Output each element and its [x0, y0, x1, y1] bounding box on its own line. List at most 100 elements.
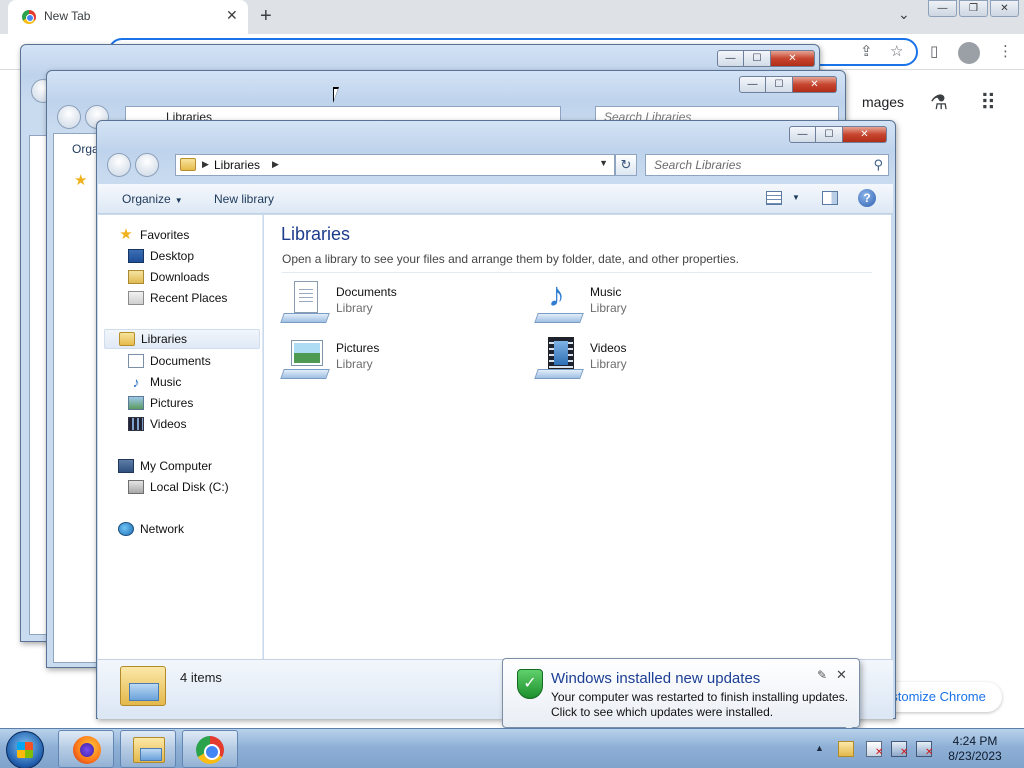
preview-pane-icon[interactable]	[822, 191, 838, 205]
nav-label: Music	[150, 375, 182, 389]
notification-title[interactable]: Windows installed new updates	[551, 670, 760, 687]
nav-item-libraries[interactable]: Libraries	[104, 329, 260, 349]
forward-button[interactable]	[135, 153, 159, 177]
nav-item-favorites[interactable]: ★ Favorites	[118, 225, 189, 245]
network-tray-icon[interactable]: ✕	[891, 741, 909, 758]
breadcrumb-libraries[interactable]: Libraries	[214, 158, 260, 172]
close-button[interactable]: ✕	[793, 76, 837, 93]
action-center-flag-icon[interactable]: ✕	[866, 741, 883, 758]
nav-item-downloads[interactable]: Downloads	[128, 267, 209, 287]
chrome-menu-icon[interactable]: ⋮	[998, 42, 1013, 60]
minimize-button[interactable]: —	[717, 50, 744, 67]
minimize-button[interactable]: —	[789, 126, 816, 143]
start-button[interactable]	[6, 731, 44, 768]
library-pictures[interactable]: Pictures Library	[280, 335, 522, 385]
customize-chrome-label: ustomize Chrome	[884, 689, 986, 704]
maximize-button[interactable]: ☐	[766, 76, 793, 93]
new-library-button[interactable]: New library	[214, 192, 274, 206]
explorer-window-libraries[interactable]: — ☐ ✕ ▶ Libraries ▶ ▼ ↻ Search Libraries…	[96, 120, 896, 719]
google-apps-icon[interactable]: ⠿	[980, 90, 996, 116]
downloads-folder-icon	[128, 270, 144, 284]
nav-item-documents[interactable]: Documents	[128, 351, 211, 371]
taskbar-chrome[interactable]	[182, 730, 238, 768]
maximize-button[interactable]: ☐	[816, 126, 843, 143]
back-button[interactable]	[57, 105, 81, 129]
nav-label: Favorites	[140, 228, 190, 242]
profile-avatar-icon[interactable]	[958, 42, 980, 64]
nav-label: Documents	[150, 354, 211, 368]
share-icon[interactable]: ⇪	[860, 42, 873, 60]
search-box[interactable]: Search Libraries ⚲	[645, 154, 889, 176]
notification-line-2: Click to see which updates were installe…	[551, 705, 774, 719]
chrome-restore-button[interactable]: ❐	[959, 0, 988, 17]
nav-label: Libraries	[141, 332, 188, 346]
clock-time: 4:24 PM	[952, 734, 998, 748]
update-notification-balloon[interactable]: ✓ Windows installed new updates Your com…	[502, 658, 860, 742]
close-button[interactable]: ✕	[771, 50, 815, 67]
tab-close-icon[interactable]: ✕	[226, 7, 238, 24]
error-x-icon: ✕	[900, 747, 909, 758]
videos-library-icon	[534, 335, 584, 381]
breadcrumb-arrow-icon[interactable]: ▶	[272, 159, 279, 170]
search-icon[interactable]: ⚲	[873, 157, 883, 173]
windows-update-tray-icon[interactable]	[838, 741, 854, 757]
tab-search-icon[interactable]: ⌄	[898, 6, 910, 23]
volume-muted-icon[interactable]: ✕	[916, 741, 933, 758]
page-title: Libraries	[281, 224, 351, 244]
address-bar[interactable]: ▶ Libraries ▶ ▼	[175, 154, 615, 176]
notification-options-icon[interactable]: ✎	[817, 668, 827, 682]
organize-menu[interactable]: Organize ▼	[122, 192, 183, 206]
network-globe-icon	[118, 522, 134, 536]
favorites-star-icon: ★	[119, 226, 133, 243]
nav-label: Pictures	[150, 396, 194, 410]
firefox-icon	[73, 736, 101, 764]
help-icon[interactable]: ?	[858, 189, 876, 207]
minimize-button[interactable]: —	[739, 76, 766, 93]
bookmark-star-icon[interactable]: ☆	[890, 42, 903, 60]
new-tab-button[interactable]: +	[260, 5, 272, 28]
nav-item-network[interactable]: Network	[118, 519, 184, 539]
notification-body[interactable]: Your computer was restarted to finish in…	[551, 690, 856, 720]
refresh-icon[interactable]: ↻	[615, 154, 637, 176]
command-bar: Organize ▼ New library ▼ ?	[98, 184, 893, 214]
chrome-tab-new-tab[interactable]: New Tab ✕	[8, 0, 248, 34]
taskbar-explorer[interactable]	[120, 730, 176, 768]
notification-close-icon[interactable]: ✕	[836, 667, 847, 683]
library-type: Library	[590, 357, 627, 371]
change-view-icon[interactable]	[766, 191, 782, 205]
nav-item-pictures[interactable]: Pictures	[128, 393, 193, 413]
breadcrumb-arrow-icon[interactable]: ▶	[202, 159, 209, 170]
taskbar-firefox[interactable]	[58, 730, 114, 768]
nav-item-recent-places[interactable]: Recent Places	[128, 288, 227, 308]
tab-title: New Tab	[44, 9, 91, 23]
view-options-arrow-icon[interactable]: ▼	[792, 193, 800, 202]
maximize-button[interactable]: ☐	[744, 50, 771, 67]
library-name: Documents	[336, 285, 397, 299]
music-note-icon: ♪	[132, 374, 140, 390]
nav-item-videos[interactable]: Videos	[128, 414, 186, 434]
close-button[interactable]: ✕	[843, 126, 887, 143]
nav-label: My Computer	[140, 459, 213, 473]
organize-menu-partial[interactable]: Orga	[72, 142, 99, 156]
library-music[interactable]: ♪ Music Library	[534, 276, 776, 329]
divider	[282, 272, 872, 273]
chrome-minimize-button[interactable]: —	[928, 0, 957, 17]
nav-item-local-disk[interactable]: Local Disk (C:)	[128, 477, 229, 497]
address-dropdown-icon[interactable]: ▼	[599, 158, 608, 168]
show-hidden-icons-arrow[interactable]: ▲	[815, 743, 824, 753]
system-clock[interactable]: 4:24 PM 8/23/2023	[940, 734, 1010, 764]
nav-label: Desktop	[150, 249, 195, 263]
library-documents[interactable]: Documents Library	[280, 279, 522, 329]
back-button[interactable]	[107, 153, 131, 177]
images-link[interactable]: mages	[862, 94, 904, 110]
desktop-icon	[128, 249, 144, 263]
nav-item-desktop[interactable]: Desktop	[128, 246, 194, 266]
nav-item-music[interactable]: ♪ Music	[128, 372, 182, 392]
notification-line-1: Your computer was restarted to finish in…	[551, 690, 849, 704]
chrome-close-button[interactable]: ✕	[990, 0, 1019, 17]
nav-item-my-computer[interactable]: My Computer	[118, 456, 212, 476]
labs-flask-icon[interactable]: ⚗	[930, 90, 948, 115]
side-panel-icon[interactable]: ▯	[930, 42, 938, 60]
library-videos[interactable]: Videos Library	[534, 335, 776, 385]
nav-label: Videos	[150, 417, 187, 431]
